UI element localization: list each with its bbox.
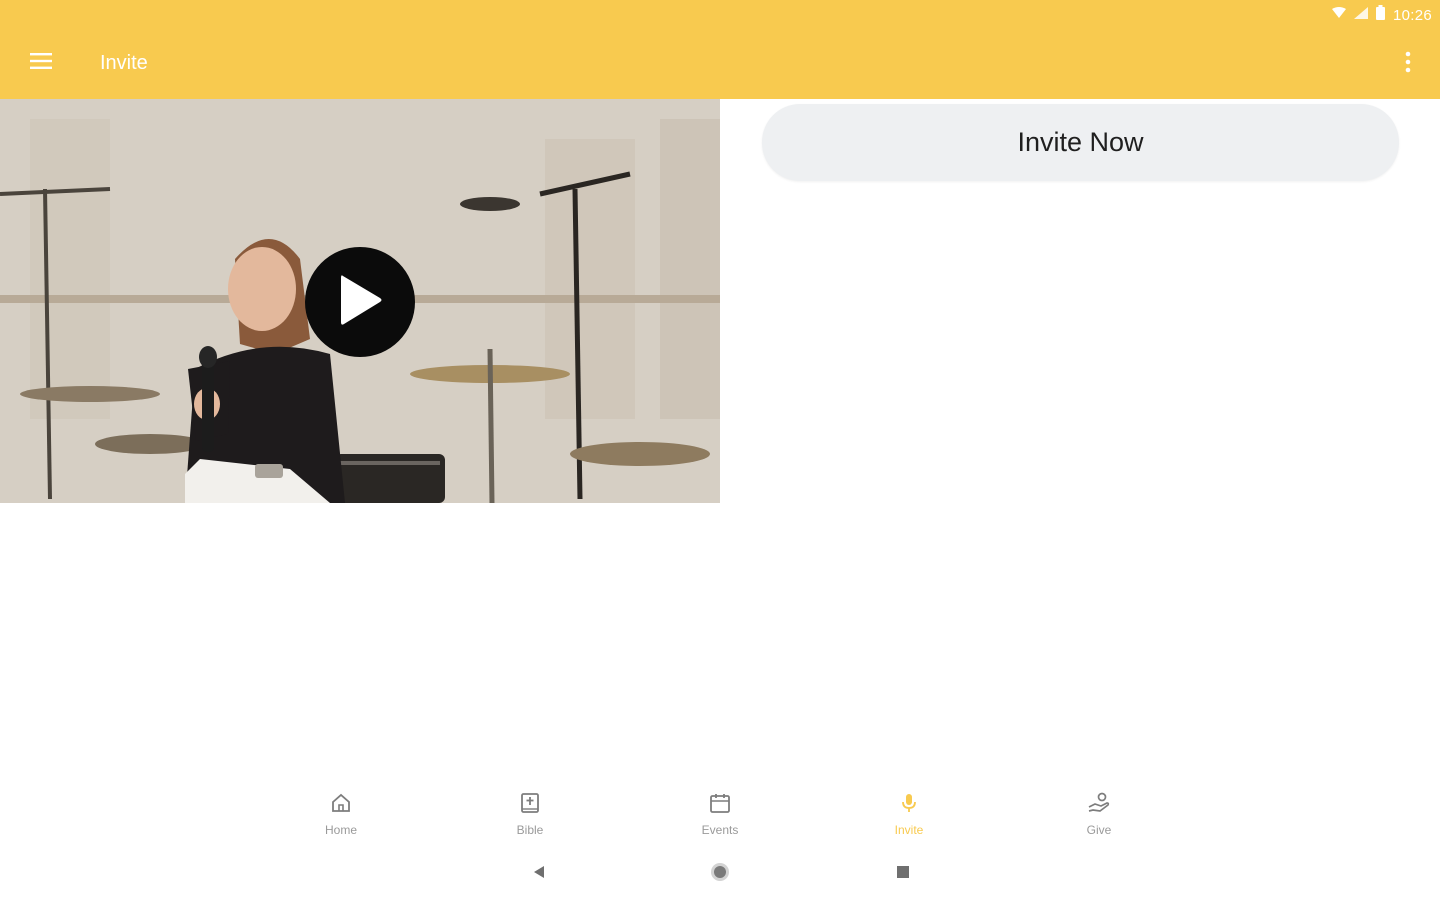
video-player[interactable] — [0, 99, 720, 503]
nav-label-home: Home — [324, 823, 357, 837]
status-time: 10:26 — [1392, 6, 1432, 24]
system-navigation-bar — [0, 848, 1440, 900]
play-icon — [337, 273, 383, 332]
nav-item-events[interactable]: Events — [675, 792, 765, 844]
app-bar: 10:26 Invite — [0, 0, 1440, 99]
system-home-button[interactable] — [708, 862, 732, 886]
back-icon — [532, 865, 546, 884]
nav-item-bible[interactable]: Bible — [485, 792, 575, 844]
play-button[interactable] — [305, 247, 415, 357]
nav-item-invite[interactable]: Invite — [864, 792, 954, 844]
nav-label-invite: Invite — [894, 823, 924, 837]
nav-label-give: Give — [1086, 823, 1112, 837]
more-vert-icon — [1405, 51, 1411, 78]
status-bar: 10:26 — [1331, 4, 1432, 26]
signal-icon — [1353, 6, 1368, 24]
page-title: Invite — [100, 52, 148, 74]
hamburger-menu-icon — [30, 52, 52, 75]
system-recents-button[interactable] — [891, 862, 915, 886]
invite-now-button[interactable]: Invite Now — [762, 104, 1399, 181]
nav-item-give[interactable]: Give — [1054, 792, 1144, 844]
home-icon — [330, 792, 352, 819]
nav-label-bible: Bible — [516, 823, 544, 837]
overflow-menu-button[interactable] — [1396, 46, 1420, 82]
nav-label-events: Events — [701, 823, 739, 837]
microphone-icon — [898, 792, 920, 819]
menu-button[interactable] — [22, 44, 60, 82]
battery-icon — [1375, 5, 1385, 25]
system-back-button[interactable] — [527, 862, 551, 886]
home-circle-icon — [709, 861, 731, 888]
bottom-navigation: Home Bible Events Invite Give — [0, 778, 1440, 844]
nav-item-home[interactable]: Home — [296, 792, 386, 844]
wifi-icon — [1331, 6, 1346, 24]
recents-square-icon — [896, 865, 910, 884]
bible-icon — [519, 792, 541, 819]
app-root: 10:26 Invite Invite Now Home Bible Event… — [0, 0, 1440, 900]
calendar-icon — [709, 792, 731, 819]
give-hand-icon — [1087, 792, 1111, 819]
